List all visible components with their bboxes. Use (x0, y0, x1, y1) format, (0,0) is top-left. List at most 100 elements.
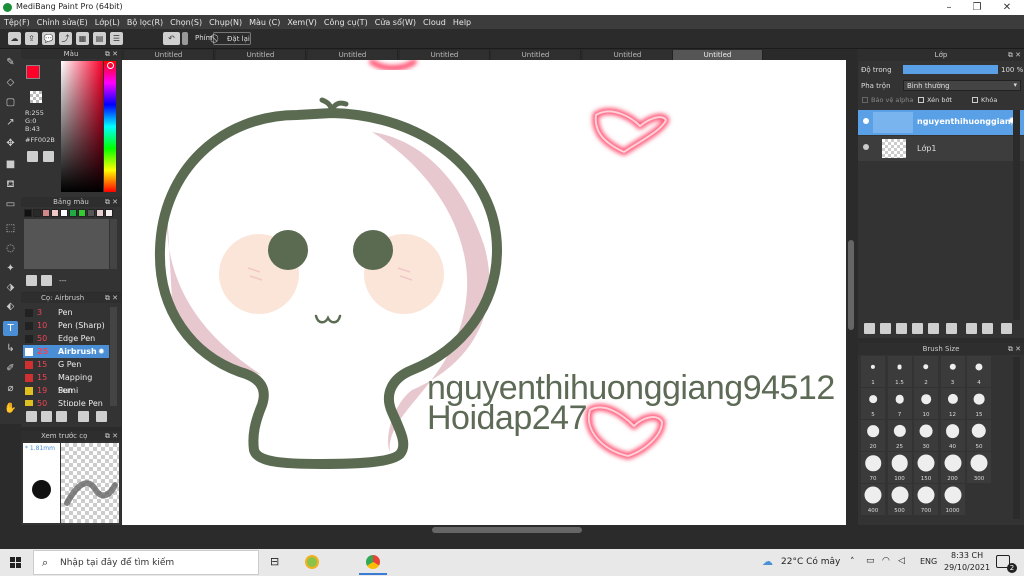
task-view-icon[interactable]: ⊟ (270, 555, 279, 568)
reset-button[interactable]: ⃠ Đặt lại (213, 32, 251, 45)
panel-close-icon[interactable]: ⧉ ✕ (1008, 49, 1021, 61)
protect-alpha-checkbox[interactable] (862, 97, 868, 103)
brush-size-option[interactable]: 50 (967, 420, 991, 451)
saturation-value-picker[interactable] (61, 61, 103, 192)
menu-window[interactable]: Cửa sổ(W) (375, 18, 416, 27)
horizontal-scroll-thumb[interactable] (432, 527, 582, 533)
operation-tool-icon[interactable]: ↳ (3, 341, 18, 356)
brush-size-option[interactable]: 7 (887, 388, 912, 419)
brush-size-scrollbar[interactable] (1013, 357, 1020, 519)
brush-list-scrollbar[interactable] (110, 307, 117, 406)
eyedropper-tool-icon[interactable]: ⌀ (3, 381, 18, 396)
wifi-icon[interactable]: ◠ (882, 556, 890, 566)
brush-item[interactable]: 50 Edge Pen (23, 332, 109, 345)
text-tool-icon[interactable]: T (3, 321, 18, 336)
menu-color[interactable]: Màu (C) (249, 18, 280, 27)
divide-tool-icon[interactable]: ✐ (3, 361, 18, 376)
select-tool-icon[interactable]: ⬚ (3, 221, 18, 236)
palette-swatch[interactable] (24, 209, 32, 217)
folder-icon[interactable] (946, 323, 957, 334)
undo-icon[interactable]: ↶ (163, 32, 180, 45)
palette-swatch[interactable] (42, 209, 50, 217)
hand-tool-icon[interactable]: ✋ (3, 401, 18, 416)
brush-item[interactable]: 15 Mapping Pen (23, 371, 109, 395)
gradient-tool-icon[interactable]: ▭ (3, 197, 18, 212)
brush-folder-icon[interactable] (96, 411, 107, 422)
dot-tool-icon[interactable]: ▢ (3, 95, 18, 110)
volume-icon[interactable]: ◁ (898, 556, 905, 566)
brush-size-option[interactable]: 5 (861, 388, 885, 419)
gear-icon[interactable]: ✹ (98, 345, 105, 358)
brush-size-option[interactable]: 40 (940, 420, 965, 451)
chevron-up-icon[interactable]: ˄ (850, 557, 855, 567)
move-tool-icon[interactable]: ✥ (3, 136, 18, 151)
bucket-tool-icon[interactable]: ⛾ (3, 177, 18, 192)
export-icon[interactable]: ⇪ (25, 32, 38, 45)
brush-item[interactable]: 50 Stipple Pen (23, 397, 109, 406)
primary-color-swatch[interactable] (26, 65, 40, 79)
panel-close-icon[interactable]: ⧉ ✕ (1008, 343, 1021, 355)
palette-swatch[interactable] (33, 209, 41, 217)
tab-document[interactable]: Untitled (491, 50, 581, 60)
undo-dropdown[interactable] (182, 32, 188, 45)
panel-close-icon[interactable]: ⧉ ✕ (105, 49, 118, 59)
panel-close-icon[interactable]: ⧉ ✕ (105, 431, 118, 441)
tab-document[interactable]: Untitled (308, 50, 398, 60)
panel-close-icon[interactable]: ⧉ ✕ (105, 197, 118, 207)
menu-select[interactable]: Chọn(S) (170, 18, 202, 27)
vertical-scroll-thumb[interactable] (848, 240, 854, 330)
network-icon[interactable]: ▭ (866, 556, 875, 566)
brush-size-option[interactable]: 15 (967, 388, 991, 419)
lock-checkbox[interactable] (972, 97, 978, 103)
tab-document-active[interactable]: Untitled (673, 50, 763, 60)
brush-size-option[interactable]: 30 (914, 420, 938, 451)
close-button[interactable]: ✕ (992, 0, 1022, 15)
brush-copy-icon[interactable] (56, 411, 67, 422)
menu-help[interactable]: Help (453, 18, 471, 27)
trash-icon[interactable] (1001, 323, 1012, 334)
layer-add-menu-icon[interactable] (928, 323, 939, 334)
canvas-vertical-scrollbar[interactable] (846, 60, 856, 525)
brush-size-option[interactable]: 200 (940, 452, 965, 483)
maximize-button[interactable]: ❐ (962, 0, 992, 15)
minimize-button[interactable]: – (934, 0, 964, 15)
taskbar-search-box[interactable]: ⌕ Nhập tại đây để tìm kiếm (33, 550, 259, 575)
brush-size-option[interactable]: 500 (887, 484, 912, 515)
merge-down-icon[interactable] (982, 323, 993, 334)
brush-add-icon[interactable] (26, 411, 37, 422)
brush-size-option[interactable]: 2 (914, 356, 938, 387)
brush-item[interactable]: 15 G Pen (23, 358, 109, 371)
brush-size-option[interactable]: 70 (861, 452, 885, 483)
menu-view[interactable]: Xem(V) (287, 18, 317, 27)
brush-size-option[interactable]: 300 (967, 452, 991, 483)
panel-icon[interactable]: ▤ (93, 32, 106, 45)
brush-size-option[interactable]: 100 (887, 452, 912, 483)
brush-item[interactable]: 3 Pen (23, 306, 109, 319)
brush-size-option[interactable]: 400 (861, 484, 885, 515)
brush-item[interactable]: 10 Pen (Sharp) (23, 319, 109, 332)
menu-tools[interactable]: Công cụ(T) (324, 18, 368, 27)
tab-document[interactable]: Untitled (216, 50, 306, 60)
palette-swatch[interactable] (69, 209, 77, 217)
palette-swatch[interactable] (105, 209, 113, 217)
hue-slider[interactable] (104, 61, 116, 192)
menu-cloud[interactable]: Cloud (423, 18, 446, 27)
shape-tool-icon[interactable]: ■ (3, 157, 18, 172)
menu-file[interactable]: Tệp(F) (4, 18, 30, 27)
brush-size-option[interactable]: 12 (940, 388, 965, 419)
palette-swatch[interactable] (78, 209, 86, 217)
color-wheel-icon[interactable] (27, 151, 38, 162)
brush-item[interactable]: 19 Sumi (23, 384, 109, 397)
clock-date[interactable]: 29/10/2021 (944, 563, 990, 572)
layer-row-selected[interactable]: nguyenthihuonggiang94512 ✹ (858, 110, 1024, 135)
menu-edit[interactable]: Chỉnh sửa(E) (37, 18, 88, 27)
brush-size-option[interactable]: 25 (887, 420, 912, 451)
hue-handle[interactable] (107, 62, 114, 69)
canvas-horizontal-scrollbar[interactable] (122, 525, 856, 535)
palette-swatch[interactable] (87, 209, 95, 217)
share-icon[interactable]: ⤴ (59, 32, 72, 45)
palette-add-icon[interactable] (26, 275, 37, 286)
palette-swatch[interactable] (51, 209, 59, 217)
clipping-checkbox[interactable] (918, 97, 924, 103)
weather-text[interactable]: 22°C Có mây (781, 557, 840, 567)
